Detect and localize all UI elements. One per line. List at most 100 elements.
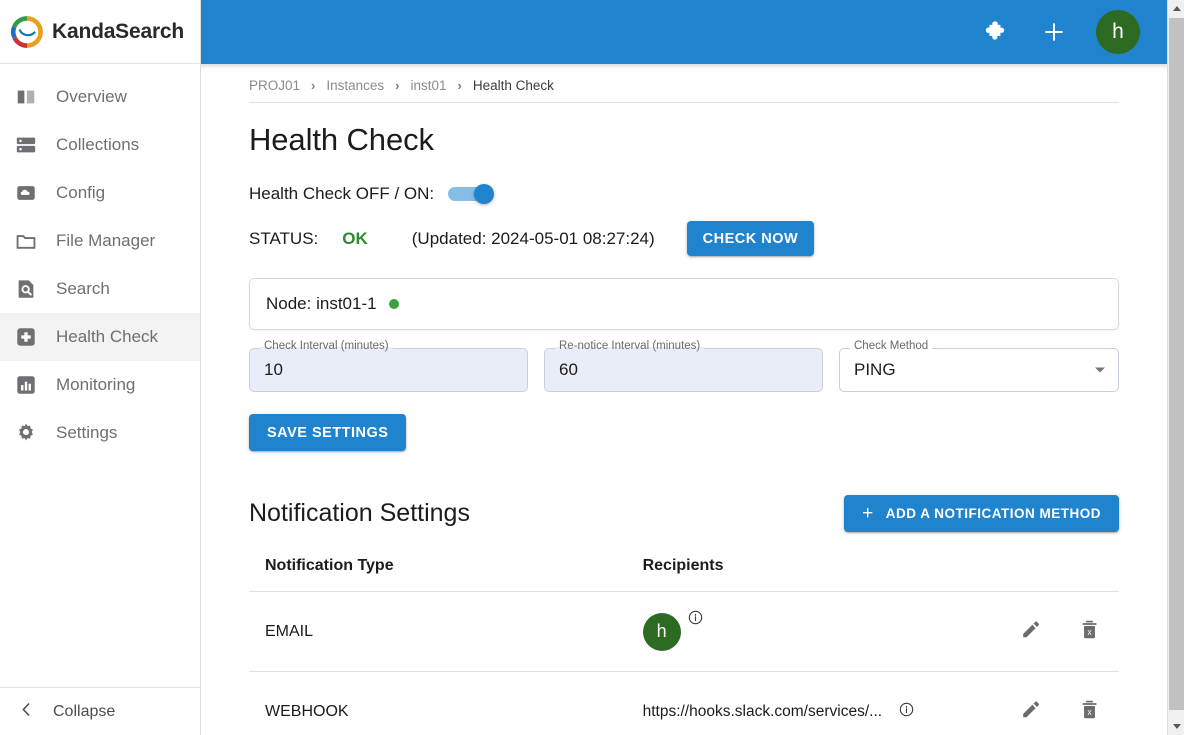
chevron-down-icon[interactable] [1095, 367, 1105, 373]
edit-cell [1000, 591, 1060, 672]
add-notification-method-button[interactable]: + ADD A NOTIFICATION METHOD [844, 495, 1119, 532]
column-header-recipients: Recipients [642, 557, 1001, 592]
svg-text:x: x [1087, 707, 1092, 717]
status-label: STATUS: [249, 228, 319, 248]
delete-cell: x [1059, 671, 1119, 735]
renotice-interval-value: 60 [559, 360, 578, 379]
recipients-cell-webhook: https://hooks.slack.com/services/... [642, 671, 1001, 735]
status-row: STATUS: OK (Updated: 2024-05-01 08:27:24… [249, 221, 1119, 256]
scroll-down-button[interactable] [1168, 718, 1184, 735]
check-interval-value: 10 [264, 360, 283, 379]
notification-type-webhook: WEBHOOK [249, 671, 643, 735]
recipient-avatar[interactable]: h [642, 612, 681, 651]
user-avatar[interactable]: h [1096, 10, 1140, 54]
edit-cell [1000, 671, 1060, 735]
sidebar-item-config[interactable]: Config [0, 169, 200, 217]
chevron-left-icon [20, 701, 33, 723]
breadcrumb-item-inst01[interactable]: inst01 [411, 78, 447, 93]
scrollbar-thumb[interactable] [1169, 18, 1184, 710]
sidebar-item-label: Collections [56, 135, 140, 154]
sidebar: KandaSearch Overview Collections Config [0, 0, 201, 735]
sidebar-item-collections[interactable]: Collections [0, 121, 200, 169]
sidebar-collapse-button[interactable]: Collapse [0, 687, 200, 735]
health-check-toggle-row: Health Check OFF / ON: [249, 184, 1119, 204]
triangle-down-icon [1172, 724, 1181, 729]
triangle-up-icon [1172, 6, 1181, 11]
trash-x-icon[interactable]: x [1079, 619, 1100, 640]
server-icon [14, 133, 38, 157]
health-check-toggle-label: Health Check OFF / ON: [249, 184, 435, 203]
breadcrumb-separator-icon: › [311, 78, 316, 93]
node-label: Node: inst01-1 [266, 294, 377, 313]
gear-icon [14, 421, 38, 445]
sidebar-item-health-check[interactable]: Health Check [0, 313, 200, 361]
brand-name: KandaSearch [52, 19, 185, 43]
app-root: KandaSearch Overview Collections Config [0, 0, 1184, 735]
notifications-table: Notification Type Recipients EMAIL h x W… [249, 557, 1119, 735]
save-settings-button[interactable]: SAVE SETTINGS [249, 414, 407, 451]
svg-text:x: x [1087, 627, 1092, 637]
sidebar-item-label: Monitoring [56, 375, 136, 394]
page-title: Health Check [249, 122, 434, 157]
check-method-legend: Check Method [850, 340, 933, 353]
recipients-cell-email: h [642, 591, 1001, 672]
check-method-select[interactable]: Check Method PING [839, 340, 1119, 392]
check-interval-field[interactable]: Check Interval (minutes) 10 [249, 340, 528, 392]
sidebar-item-label: Config [56, 183, 106, 202]
trash-x-icon[interactable]: x [1079, 699, 1100, 720]
table-header-row: Notification Type Recipients [249, 557, 1119, 592]
sidebar-nav: Overview Collections Config File Manager [0, 64, 200, 457]
main-content: PROJ01 › Instances › inst01 › Health Che… [201, 64, 1167, 735]
sidebar-item-settings[interactable]: Settings [0, 409, 200, 457]
book-icon [14, 85, 38, 109]
settings-fields-row: Check Interval (minutes) 10 Re-notice In… [249, 340, 1119, 392]
toggle-knob [474, 184, 495, 204]
puzzle-piece-icon[interactable] [982, 17, 1012, 47]
bar-chart-icon [14, 373, 38, 397]
top-app-bar: h [201, 0, 1167, 64]
table-row: WEBHOOK https://hooks.slack.com/services… [249, 671, 1119, 735]
delete-cell: x [1059, 591, 1119, 672]
table-row: EMAIL h x [249, 591, 1119, 672]
kandasearch-swirl-logo-icon [10, 15, 44, 49]
breadcrumb-separator-icon: › [395, 78, 400, 93]
breadcrumb: PROJ01 › Instances › inst01 › Health Che… [249, 64, 1119, 103]
plus-box-icon [14, 325, 38, 349]
column-header-notification-type: Notification Type [249, 557, 643, 592]
health-check-toggle-switch[interactable] [448, 184, 495, 204]
scroll-up-button[interactable] [1168, 0, 1184, 17]
sidebar-item-label: File Manager [56, 231, 156, 250]
sidebar-item-label: Settings [56, 423, 118, 442]
sidebar-item-overview[interactable]: Overview [0, 73, 200, 121]
sidebar-item-search[interactable]: Search [0, 265, 200, 313]
folder-icon [14, 229, 38, 253]
node-status-dot-icon [388, 299, 399, 309]
pencil-icon[interactable] [1020, 699, 1041, 720]
breadcrumb-separator-icon: › [457, 78, 462, 93]
info-circle-icon[interactable] [899, 702, 914, 722]
check-interval-legend: Check Interval (minutes) [260, 340, 393, 353]
plus-icon: + [862, 503, 874, 524]
check-now-button[interactable]: CHECK NOW [686, 221, 815, 256]
column-header-delete [1059, 557, 1119, 592]
status-updated-timestamp: (Updated: 2024-05-01 08:27:24) [411, 228, 655, 248]
pencil-icon[interactable] [1020, 619, 1041, 640]
node-panel: Node: inst01-1 [249, 278, 1119, 330]
info-circle-icon[interactable] [688, 610, 703, 630]
plus-icon[interactable] [1039, 17, 1069, 47]
brand-header[interactable]: KandaSearch [0, 0, 200, 64]
sidebar-item-label: Search [56, 279, 110, 298]
notification-settings-header: Notification Settings + ADD A NOTIFICATI… [249, 495, 1119, 532]
sidebar-item-label: Overview [56, 87, 127, 106]
sidebar-item-label: Health Check [56, 327, 159, 346]
status-badge: OK [342, 228, 368, 248]
page-scrollbar[interactable] [1167, 0, 1184, 735]
collapse-label: Collapse [53, 702, 116, 720]
cloud-box-icon [14, 181, 38, 205]
breadcrumb-item-instances[interactable]: Instances [326, 78, 384, 93]
breadcrumb-item-proj01[interactable]: PROJ01 [249, 78, 300, 93]
recipient-webhook-url: https://hooks.slack.com/services/... [642, 702, 883, 720]
sidebar-item-monitoring[interactable]: Monitoring [0, 361, 200, 409]
renotice-interval-field[interactable]: Re-notice Interval (minutes) 60 [544, 340, 823, 392]
sidebar-item-file-manager[interactable]: File Manager [0, 217, 200, 265]
